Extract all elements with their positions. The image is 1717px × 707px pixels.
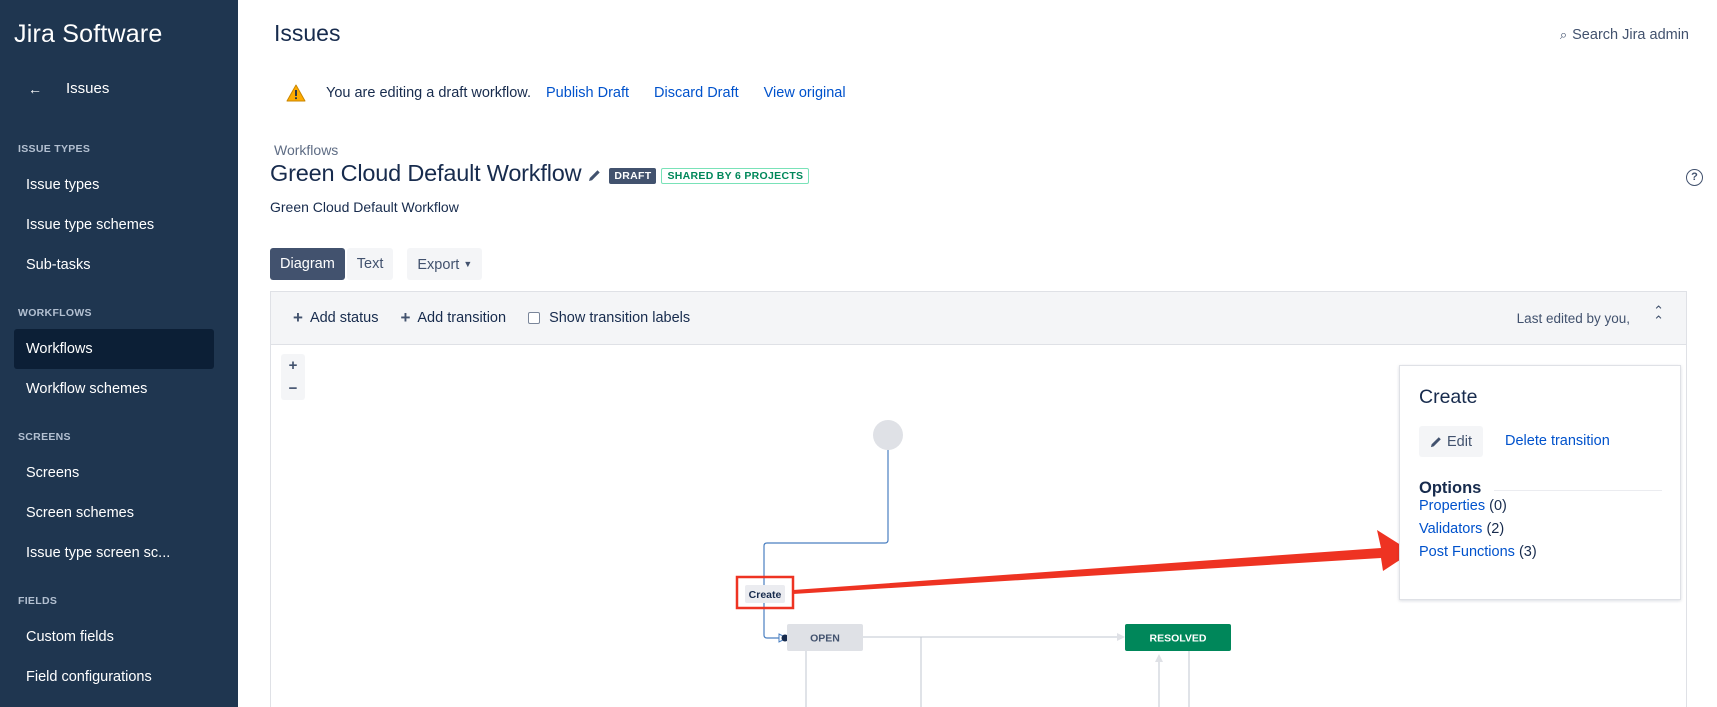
edit-transition-button[interactable]: Edit: [1419, 426, 1483, 457]
sidebar-item-custom-fields[interactable]: Custom fields: [14, 617, 214, 657]
create-transition-line[interactable]: [763, 450, 889, 639]
search-jira-admin-label: Search Jira admin: [1572, 27, 1689, 43]
arrowhead-icon: [1117, 633, 1125, 641]
sidebar-item-issue-type-screen-schemes[interactable]: Issue type screen sc...: [14, 533, 214, 573]
panel-title: Create: [1419, 386, 1478, 408]
back-arrow-icon: ←: [28, 80, 42, 97]
sidebar-item-issue-types[interactable]: Issue types: [14, 165, 214, 205]
page-title: Issues: [274, 20, 341, 46]
workflow-diagram: + Add status + Add transition Show trans…: [270, 291, 1687, 707]
option-post-functions: Post Functions (3): [1419, 544, 1537, 560]
options-heading: Options: [1419, 479, 1482, 497]
start-node[interactable]: [873, 420, 903, 450]
sidebar-item-workflows[interactable]: Workflows: [14, 329, 214, 369]
properties-count: (0): [1489, 498, 1507, 514]
option-validators: Validators (2): [1419, 521, 1504, 537]
section-heading-workflows: WORKFLOWS: [18, 307, 92, 319]
back-label: Issues: [66, 80, 110, 97]
sidebar: Jira Software ← Issues ISSUE TYPES Issue…: [0, 0, 238, 707]
chevron-down-icon: ▼: [463, 259, 473, 269]
sidebar-item-screen-schemes[interactable]: Screen schemes: [14, 493, 214, 533]
draft-notice-message: You are editing a draft workflow.: [326, 85, 532, 101]
option-properties: Properties (0): [1419, 498, 1507, 514]
edit-label: Edit: [1447, 433, 1472, 450]
transition-details-panel: Create Edit Delete transition Options Pr…: [1399, 365, 1681, 600]
view-original-link[interactable]: View original: [764, 85, 846, 101]
discard-draft-link[interactable]: Discard Draft: [654, 85, 739, 101]
workflow-description: Green Cloud Default Workflow: [270, 199, 459, 215]
export-dropdown[interactable]: Export ▼: [407, 248, 483, 280]
status-open-label: OPEN: [810, 633, 840, 645]
sidebar-item-workflow-schemes[interactable]: Workflow schemes: [14, 369, 214, 409]
shared-projects-lozenge[interactable]: SHARED BY 6 PROJECTS: [661, 168, 810, 184]
search-jira-admin[interactable]: ⌕ Search Jira admin: [1560, 27, 1689, 43]
tab-diagram[interactable]: Diagram: [270, 248, 345, 280]
post-functions-link[interactable]: Post Functions: [1419, 544, 1515, 560]
export-label: Export: [417, 257, 460, 273]
draft-notice: You are editing a draft workflow. Publis…: [286, 84, 846, 102]
main-content: Issues ⌕ Search Jira admin You are editi…: [238, 0, 1717, 707]
annotation-arrow: [793, 530, 1412, 594]
tab-text[interactable]: Text: [346, 248, 394, 280]
edit-pencil-icon[interactable]: [588, 169, 601, 182]
search-icon: ⌕: [1559, 27, 1568, 42]
properties-link[interactable]: Properties: [1419, 498, 1485, 514]
publish-draft-link[interactable]: Publish Draft: [546, 85, 629, 101]
section-heading-screens: SCREENS: [18, 431, 71, 443]
validators-count: (2): [1486, 521, 1505, 537]
section-heading-issue-types: ISSUE TYPES: [18, 143, 91, 155]
view-tabs: Diagram Text Export ▼: [270, 248, 484, 280]
workflow-title-row: Green Cloud Default Workflow DRAFT SHARE…: [270, 160, 810, 187]
warning-icon: [286, 84, 306, 102]
sidebar-item-issue-type-schemes[interactable]: Issue type schemes: [14, 205, 214, 245]
back-to-issues[interactable]: ← Issues: [28, 80, 109, 97]
arrowhead-icon: [1155, 654, 1163, 662]
sidebar-item-field-configurations[interactable]: Field configurations: [14, 657, 214, 697]
validators-link[interactable]: Validators: [1419, 521, 1482, 537]
transition-label: Create: [749, 589, 782, 601]
draft-lozenge: DRAFT: [609, 168, 657, 184]
section-heading-fields: FIELDS: [18, 595, 58, 607]
options-divider: [1494, 490, 1662, 491]
status-resolved-label: RESOLVED: [1150, 633, 1207, 645]
breadcrumb-workflows[interactable]: Workflows: [274, 142, 338, 158]
pencil-icon: [1430, 436, 1441, 447]
sidebar-item-sub-tasks[interactable]: Sub-tasks: [14, 245, 214, 285]
brand-logo[interactable]: Jira Software: [14, 20, 163, 49]
sidebar-item-screens[interactable]: Screens: [14, 453, 214, 493]
help-icon[interactable]: ?: [1686, 169, 1703, 186]
post-functions-count: (3): [1518, 544, 1537, 560]
delete-transition-link[interactable]: Delete transition: [1505, 433, 1610, 449]
workflow-title: Green Cloud Default Workflow: [270, 160, 582, 186]
